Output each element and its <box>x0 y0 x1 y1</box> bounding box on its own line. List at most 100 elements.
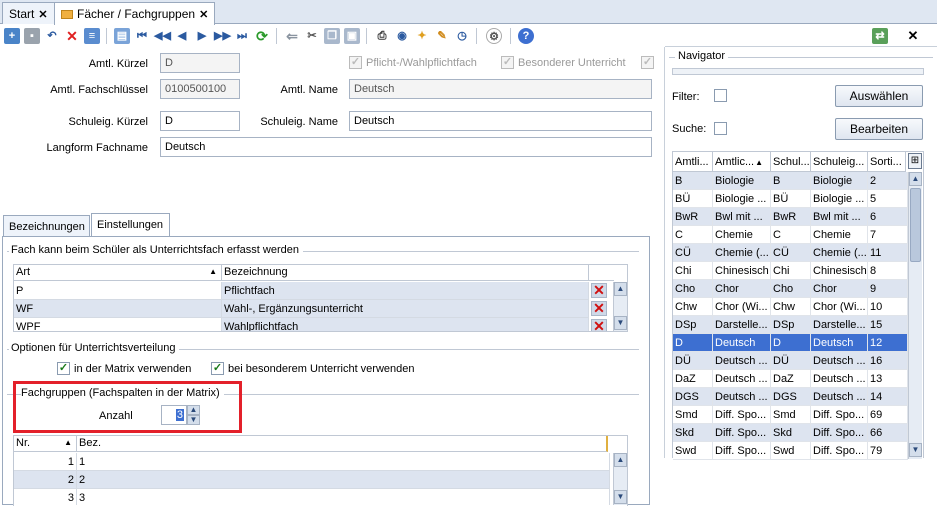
schuleig-kuerzel-label: Schuleig. Kürzel <box>68 116 149 128</box>
scroll-up-icon[interactable]: ▲ <box>614 453 627 467</box>
paste-icon[interactable]: ▣ <box>344 28 360 44</box>
bearbeiten-button[interactable]: Bearbeiten <box>835 118 923 140</box>
filter-checkbox[interactable] <box>714 89 727 102</box>
delete-row-icon[interactable]: ✕ <box>591 319 607 331</box>
navigator-splitter[interactable] <box>672 68 924 75</box>
scroll-down-icon[interactable]: ▼ <box>614 490 627 504</box>
lightbulb-icon[interactable]: ✦ <box>414 28 430 44</box>
navigator-row[interactable]: BÜ Biologie ... BÜ Biologie ... 5 <box>673 190 908 208</box>
copy-record-icon[interactable]: ▤ <box>114 28 130 44</box>
navigator-row[interactable]: Chi Chinesisch Chi Chinesisch 8 <box>673 262 908 280</box>
next-page-icon[interactable]: ▶▶ <box>214 28 231 44</box>
properties-icon[interactable]: ≡ <box>84 28 100 44</box>
undo-icon[interactable]: ↶ <box>44 28 60 44</box>
navigator-row[interactable]: Skd Diff. Spo... Skd Diff. Spo... 66 <box>673 424 908 442</box>
help-icon[interactable]: ? <box>518 28 534 44</box>
navigator-row[interactable]: DÜ Deutsch ... DÜ Deutsch ... 16 <box>673 352 908 370</box>
new-icon[interactable]: + <box>4 28 20 44</box>
navigator-row[interactable]: CÜ Chemie (... CÜ Chemie (... 11 <box>673 244 908 262</box>
navigator-scrollbar[interactable]: ▲ ▼ <box>908 172 922 459</box>
amtl-name-cell: Chor <box>713 280 771 298</box>
suche-checkbox[interactable] <box>714 122 727 135</box>
sortierung-cell: 14 <box>868 388 908 406</box>
auswaehlen-button[interactable]: Auswählen <box>835 85 923 107</box>
langform-field[interactable]: Deutsch <box>160 137 652 157</box>
art-scrollbar[interactable]: ▲ ▼ <box>613 282 627 331</box>
refresh-icon[interactable]: ⟳ <box>254 28 270 44</box>
pflicht-checkbox[interactable]: ✓ <box>349 56 362 69</box>
in-matrix-checkbox[interactable]: ✓ <box>57 362 70 375</box>
schuleig-name-field[interactable]: Deutsch <box>349 111 652 131</box>
navigator-row[interactable]: Swd Diff. Spo... Swd Diff. Spo... 79 <box>673 442 908 460</box>
table-row[interactable]: 3 3 <box>14 489 610 505</box>
settings-icon[interactable]: ⚙ <box>486 28 502 44</box>
close-icon[interactable]: ✕ <box>38 9 47 21</box>
table-row[interactable]: 1 1 <box>14 453 610 471</box>
nr-cell: 2 <box>14 471 77 489</box>
bezeichnung-header[interactable]: Bezeichnung <box>222 265 589 281</box>
schuleig-kuerzel-field[interactable]: D <box>160 111 240 131</box>
table-row[interactable]: WPF Wahlpflichtfach ✕ <box>14 318 614 331</box>
navigator-toolbar: ⇄ ✕ <box>665 25 937 47</box>
besonderer-checkbox[interactable]: ✓ <box>501 56 514 69</box>
cut-icon[interactable]: ✂ <box>304 28 320 44</box>
toolbar: + ▪ ↶ ✕ ≡ ▤ ⏮ ◀◀ ◀ ▶ ▶▶ ⏭ ⟳ ⇐ ✂ ❐ ▣ ⎙ ◉ … <box>0 25 665 47</box>
amtl-kuerzel-field[interactable]: D <box>160 53 240 73</box>
prev-page-icon[interactable]: ◀◀ <box>154 28 171 44</box>
tab-bezeichnungen[interactable]: Bezeichnungen <box>3 215 90 237</box>
tab-faecher[interactable]: Fächer / Fachgruppen ✕ <box>54 2 216 25</box>
navigator-row[interactable]: DaZ Deutsch ... DaZ Deutsch ... 13 <box>673 370 908 388</box>
copy-icon[interactable]: ❐ <box>324 28 340 44</box>
tab-start[interactable]: Start ✕ <box>2 2 55 24</box>
amtl-name-field[interactable]: Deutsch <box>349 79 652 99</box>
fg-scrollbar[interactable]: ▲ ▼ <box>613 453 627 505</box>
scroll-thumb[interactable] <box>910 188 921 262</box>
tab-einstellungen[interactable]: Einstellungen <box>91 213 170 237</box>
navigator-row[interactable]: DSp Darstelle... DSp Darstelle... 15 <box>673 316 908 334</box>
next-record-icon[interactable]: ▶ <box>194 28 210 44</box>
nav-header-schul-kuerzel[interactable]: Schul... <box>771 152 811 172</box>
close-icon[interactable]: ✕ <box>905 28 921 44</box>
navigator-row[interactable]: Cho Chor Cho Chor 9 <box>673 280 908 298</box>
clean-icon[interactable]: ✎ <box>434 28 450 44</box>
navigator-row[interactable]: C Chemie C Chemie 7 <box>673 226 908 244</box>
navigator-row[interactable]: Chw Chor (Wi... Chw Chor (Wi... 10 <box>673 298 908 316</box>
close-icon[interactable]: ✕ <box>199 9 208 21</box>
first-record-icon[interactable]: ⏮ <box>134 28 150 44</box>
delete-row-icon[interactable]: ✕ <box>591 301 607 316</box>
navigator-row[interactable]: Smd Diff. Spo... Smd Diff. Spo... 69 <box>673 406 908 424</box>
scroll-down-icon[interactable]: ▼ <box>909 443 922 457</box>
table-row[interactable]: WF Wahl-, Ergänzungsunterricht ✕ <box>14 300 614 318</box>
nav-header-amtl-kuerzel[interactable]: Amtli... <box>673 152 713 172</box>
extra-checkbox[interactable]: ✓ <box>641 56 654 69</box>
amtl-fachschluessel-field[interactable]: 0100500100 <box>160 79 240 99</box>
save-icon[interactable]: ▪ <box>24 28 40 44</box>
nav-header-schuleig-name[interactable]: Schuleig... <box>811 152 868 172</box>
clock-icon[interactable]: ◷ <box>454 28 470 44</box>
column-chooser-icon[interactable]: ⊞ <box>908 153 922 169</box>
scroll-down-icon[interactable]: ▼ <box>614 316 627 330</box>
navigator-row[interactable]: DGS Deutsch ... DGS Deutsch ... 14 <box>673 388 908 406</box>
nav-header-sortierung[interactable]: Sorti... <box>868 152 906 172</box>
arrow-left-icon[interactable]: ⇐ <box>284 28 300 44</box>
bez-header[interactable]: Bez. <box>77 436 608 452</box>
table-row[interactable]: 2 2 <box>14 471 610 489</box>
print-icon[interactable]: ⎙ <box>374 28 390 44</box>
nav-header-amtl-name[interactable]: Amtlic...▲ <box>713 152 771 172</box>
sync-icon[interactable]: ⇄ <box>872 28 888 44</box>
last-record-icon[interactable]: ⏭ <box>234 28 250 44</box>
nr-header[interactable]: Nr. ▲ <box>14 436 77 452</box>
schuleig-name-cell: Diff. Spo... <box>811 406 868 424</box>
delete-icon[interactable]: ✕ <box>64 28 80 44</box>
table-row[interactable]: P Pflichtfach ✕ <box>14 282 614 300</box>
scroll-up-icon[interactable]: ▲ <box>614 282 627 296</box>
navigator-row[interactable]: B Biologie B Biologie 2 <box>673 172 908 190</box>
preview-icon[interactable]: ◉ <box>394 28 410 44</box>
delete-row-icon[interactable]: ✕ <box>591 283 607 298</box>
prev-record-icon[interactable]: ◀ <box>174 28 190 44</box>
scroll-up-icon[interactable]: ▲ <box>909 172 922 186</box>
art-header[interactable]: Art ▲ <box>14 265 222 281</box>
navigator-row[interactable]: D Deutsch D Deutsch 12 <box>673 334 908 352</box>
navigator-row[interactable]: BwR Bwl mit ... BwR Bwl mit ... 6 <box>673 208 908 226</box>
besonderem-checkbox[interactable]: ✓ <box>211 362 224 375</box>
